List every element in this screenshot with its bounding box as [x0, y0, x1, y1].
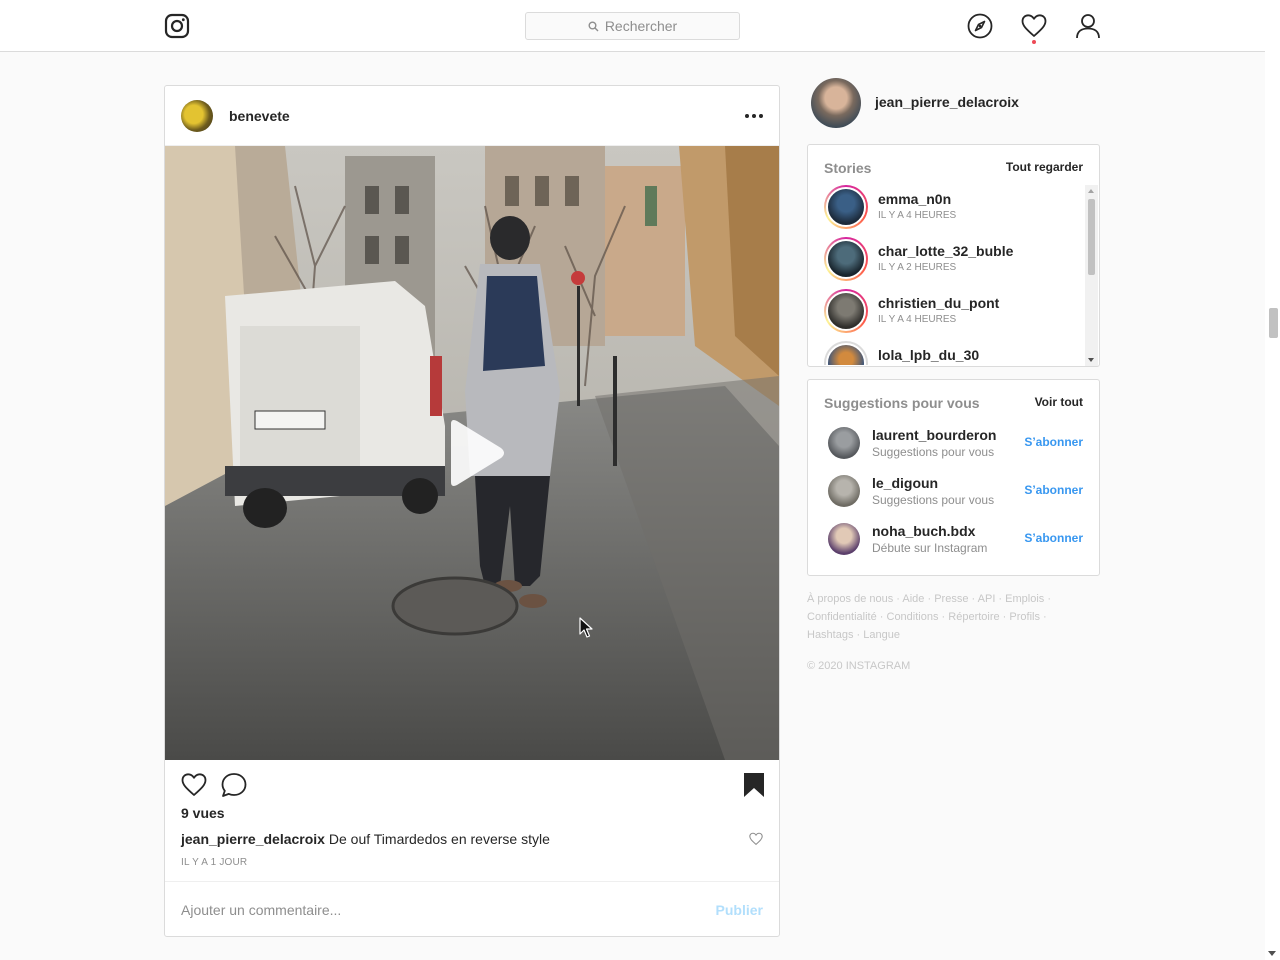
suggestions-title: Suggestions pour vous	[824, 395, 980, 411]
story-username: christien_du_pont	[878, 295, 1000, 311]
story-username: emma_n0n	[878, 191, 952, 207]
story-avatar[interactable]	[826, 239, 866, 279]
stories-scrollbar-thumb[interactable]	[1088, 199, 1095, 275]
suggestion-avatar[interactable]	[828, 523, 860, 555]
footer-link-hashtags[interactable]: Hashtags	[807, 629, 853, 641]
view-count[interactable]: 9 vues	[181, 805, 225, 821]
post-header: benevete	[165, 86, 779, 146]
footer-link-api[interactable]: API	[978, 593, 996, 605]
story-time: IL Y A 4 HEURES	[878, 210, 957, 221]
scroll-down-arrow-icon[interactable]	[1088, 358, 1094, 362]
top-navigation-bar: Rechercher	[0, 0, 1265, 52]
comment-form: Ajouter un commentaire... Publier	[165, 881, 779, 936]
post-actions	[181, 772, 764, 800]
see-all-stories-link[interactable]: Tout regarder	[1006, 160, 1083, 174]
more-options-icon[interactable]	[745, 114, 763, 118]
notification-dot	[1032, 40, 1036, 44]
suggestion-item: le_digoun Suggestions pour vous S’abonne…	[808, 475, 1099, 523]
footer-link-terms[interactable]: Conditions	[887, 611, 939, 623]
suggestion-avatar[interactable]	[828, 475, 860, 507]
post-author-avatar[interactable]	[181, 100, 213, 132]
stories-title: Stories	[824, 160, 872, 176]
feed-post: benevete 9 vues jean_pierre_delacroix De…	[164, 85, 780, 937]
footer-link-press[interactable]: Presse	[934, 593, 968, 605]
stories-panel: Stories Tout regarder emma_n0n IL Y A 4 …	[807, 144, 1100, 367]
footer-links: À propos de nous · Aide · Presse · API ·…	[807, 593, 1052, 641]
comment-bubble-icon[interactable]	[221, 772, 247, 798]
story-avatar[interactable]	[826, 187, 866, 227]
scroll-down-arrow-icon[interactable]	[1268, 951, 1276, 956]
story-time: IL Y A 2 HEURES	[878, 262, 957, 273]
post-timestamp[interactable]: IL Y A 1 JOUR	[181, 857, 247, 868]
suggestion-subtitle: Suggestions pour vous	[872, 493, 995, 507]
story-time: IL Y A 4 HEURES	[878, 314, 957, 325]
suggestion-item: laurent_bourderon Suggestions pour vous …	[808, 427, 1099, 475]
suggestion-item: noha_buch.bdx Débute sur Instagram S’abo…	[808, 523, 1099, 571]
current-user-username[interactable]: jean_pierre_delacroix	[875, 94, 1019, 110]
like-heart-icon[interactable]	[181, 772, 207, 798]
suggestion-subtitle: Débute sur Instagram	[872, 541, 988, 555]
explore-compass-icon[interactable]	[967, 13, 993, 39]
search-icon	[588, 21, 599, 31]
instagram-logo[interactable]	[164, 13, 190, 39]
story-item[interactable]: lola_lpb_du_30	[808, 341, 1084, 365]
footer-link-help[interactable]: Aide	[902, 593, 924, 605]
story-item[interactable]: emma_n0n IL Y A 4 HEURES	[808, 185, 1084, 237]
suggestion-subtitle: Suggestions pour vous	[872, 445, 995, 459]
caption-text: De ouf Timardedos en reverse style	[328, 831, 550, 847]
footer-link-language[interactable]: Langue	[863, 629, 900, 641]
activity-heart-icon[interactable]	[1021, 13, 1047, 39]
footer-link-about[interactable]: À propos de nous	[807, 593, 893, 605]
story-item[interactable]: christien_du_pont IL Y A 4 HEURES	[808, 289, 1084, 341]
post-video[interactable]	[165, 146, 779, 760]
footer-link-profiles[interactable]: Profils	[1009, 611, 1040, 623]
story-username: char_lotte_32_buble	[878, 243, 1014, 259]
suggestion-username[interactable]: le_digoun	[872, 475, 938, 491]
play-icon[interactable]	[443, 418, 507, 488]
page-scrollbar-thumb[interactable]	[1269, 308, 1278, 338]
follow-button[interactable]: S’abonner	[1024, 435, 1083, 449]
save-bookmark-icon[interactable]	[741, 772, 767, 798]
story-avatar[interactable]	[826, 343, 866, 365]
footer-link-privacy[interactable]: Confidentialité	[807, 611, 877, 623]
page-scrollbar[interactable]	[1265, 0, 1280, 960]
suggestion-username[interactable]: laurent_bourderon	[872, 427, 996, 443]
scroll-up-arrow-icon[interactable]	[1088, 189, 1094, 193]
story-username: lola_lpb_du_30	[878, 347, 980, 363]
suggestion-username[interactable]: noha_buch.bdx	[872, 523, 975, 539]
stories-scrollbar[interactable]	[1085, 185, 1098, 366]
copyright-text: © 2020 INSTAGRAM	[807, 660, 911, 672]
publish-button[interactable]: Publier	[716, 902, 763, 918]
follow-button[interactable]: S’abonner	[1024, 483, 1083, 497]
footer-link-jobs[interactable]: Emplois	[1005, 593, 1044, 605]
see-all-suggestions-link[interactable]: Voir tout	[1035, 395, 1083, 409]
story-avatar[interactable]	[826, 291, 866, 331]
comment-input[interactable]: Ajouter un commentaire...	[181, 902, 341, 918]
follow-button[interactable]: S’abonner	[1024, 531, 1083, 545]
suggestions-panel: Suggestions pour vous Voir tout laurent_…	[807, 379, 1100, 576]
current-user-avatar[interactable]	[811, 78, 861, 128]
suggestion-avatar[interactable]	[828, 427, 860, 459]
caption-like-heart-icon[interactable]	[749, 832, 763, 846]
post-caption: jean_pierre_delacroix De ouf Timardedos …	[181, 831, 741, 847]
story-item[interactable]: char_lotte_32_buble IL Y A 2 HEURES	[808, 237, 1084, 289]
caption-username[interactable]: jean_pierre_delacroix	[181, 831, 325, 847]
search-input[interactable]: Rechercher	[525, 12, 740, 40]
stories-list[interactable]: emma_n0n IL Y A 4 HEURES char_lotte_32_b…	[808, 185, 1084, 365]
post-author-username[interactable]: benevete	[229, 108, 290, 124]
mouse-cursor-icon	[579, 617, 593, 638]
search-placeholder: Rechercher	[604, 18, 678, 34]
profile-icon[interactable]	[1075, 13, 1101, 39]
van-shape	[225, 281, 445, 528]
footer-link-directory[interactable]: Répertoire	[948, 611, 999, 623]
